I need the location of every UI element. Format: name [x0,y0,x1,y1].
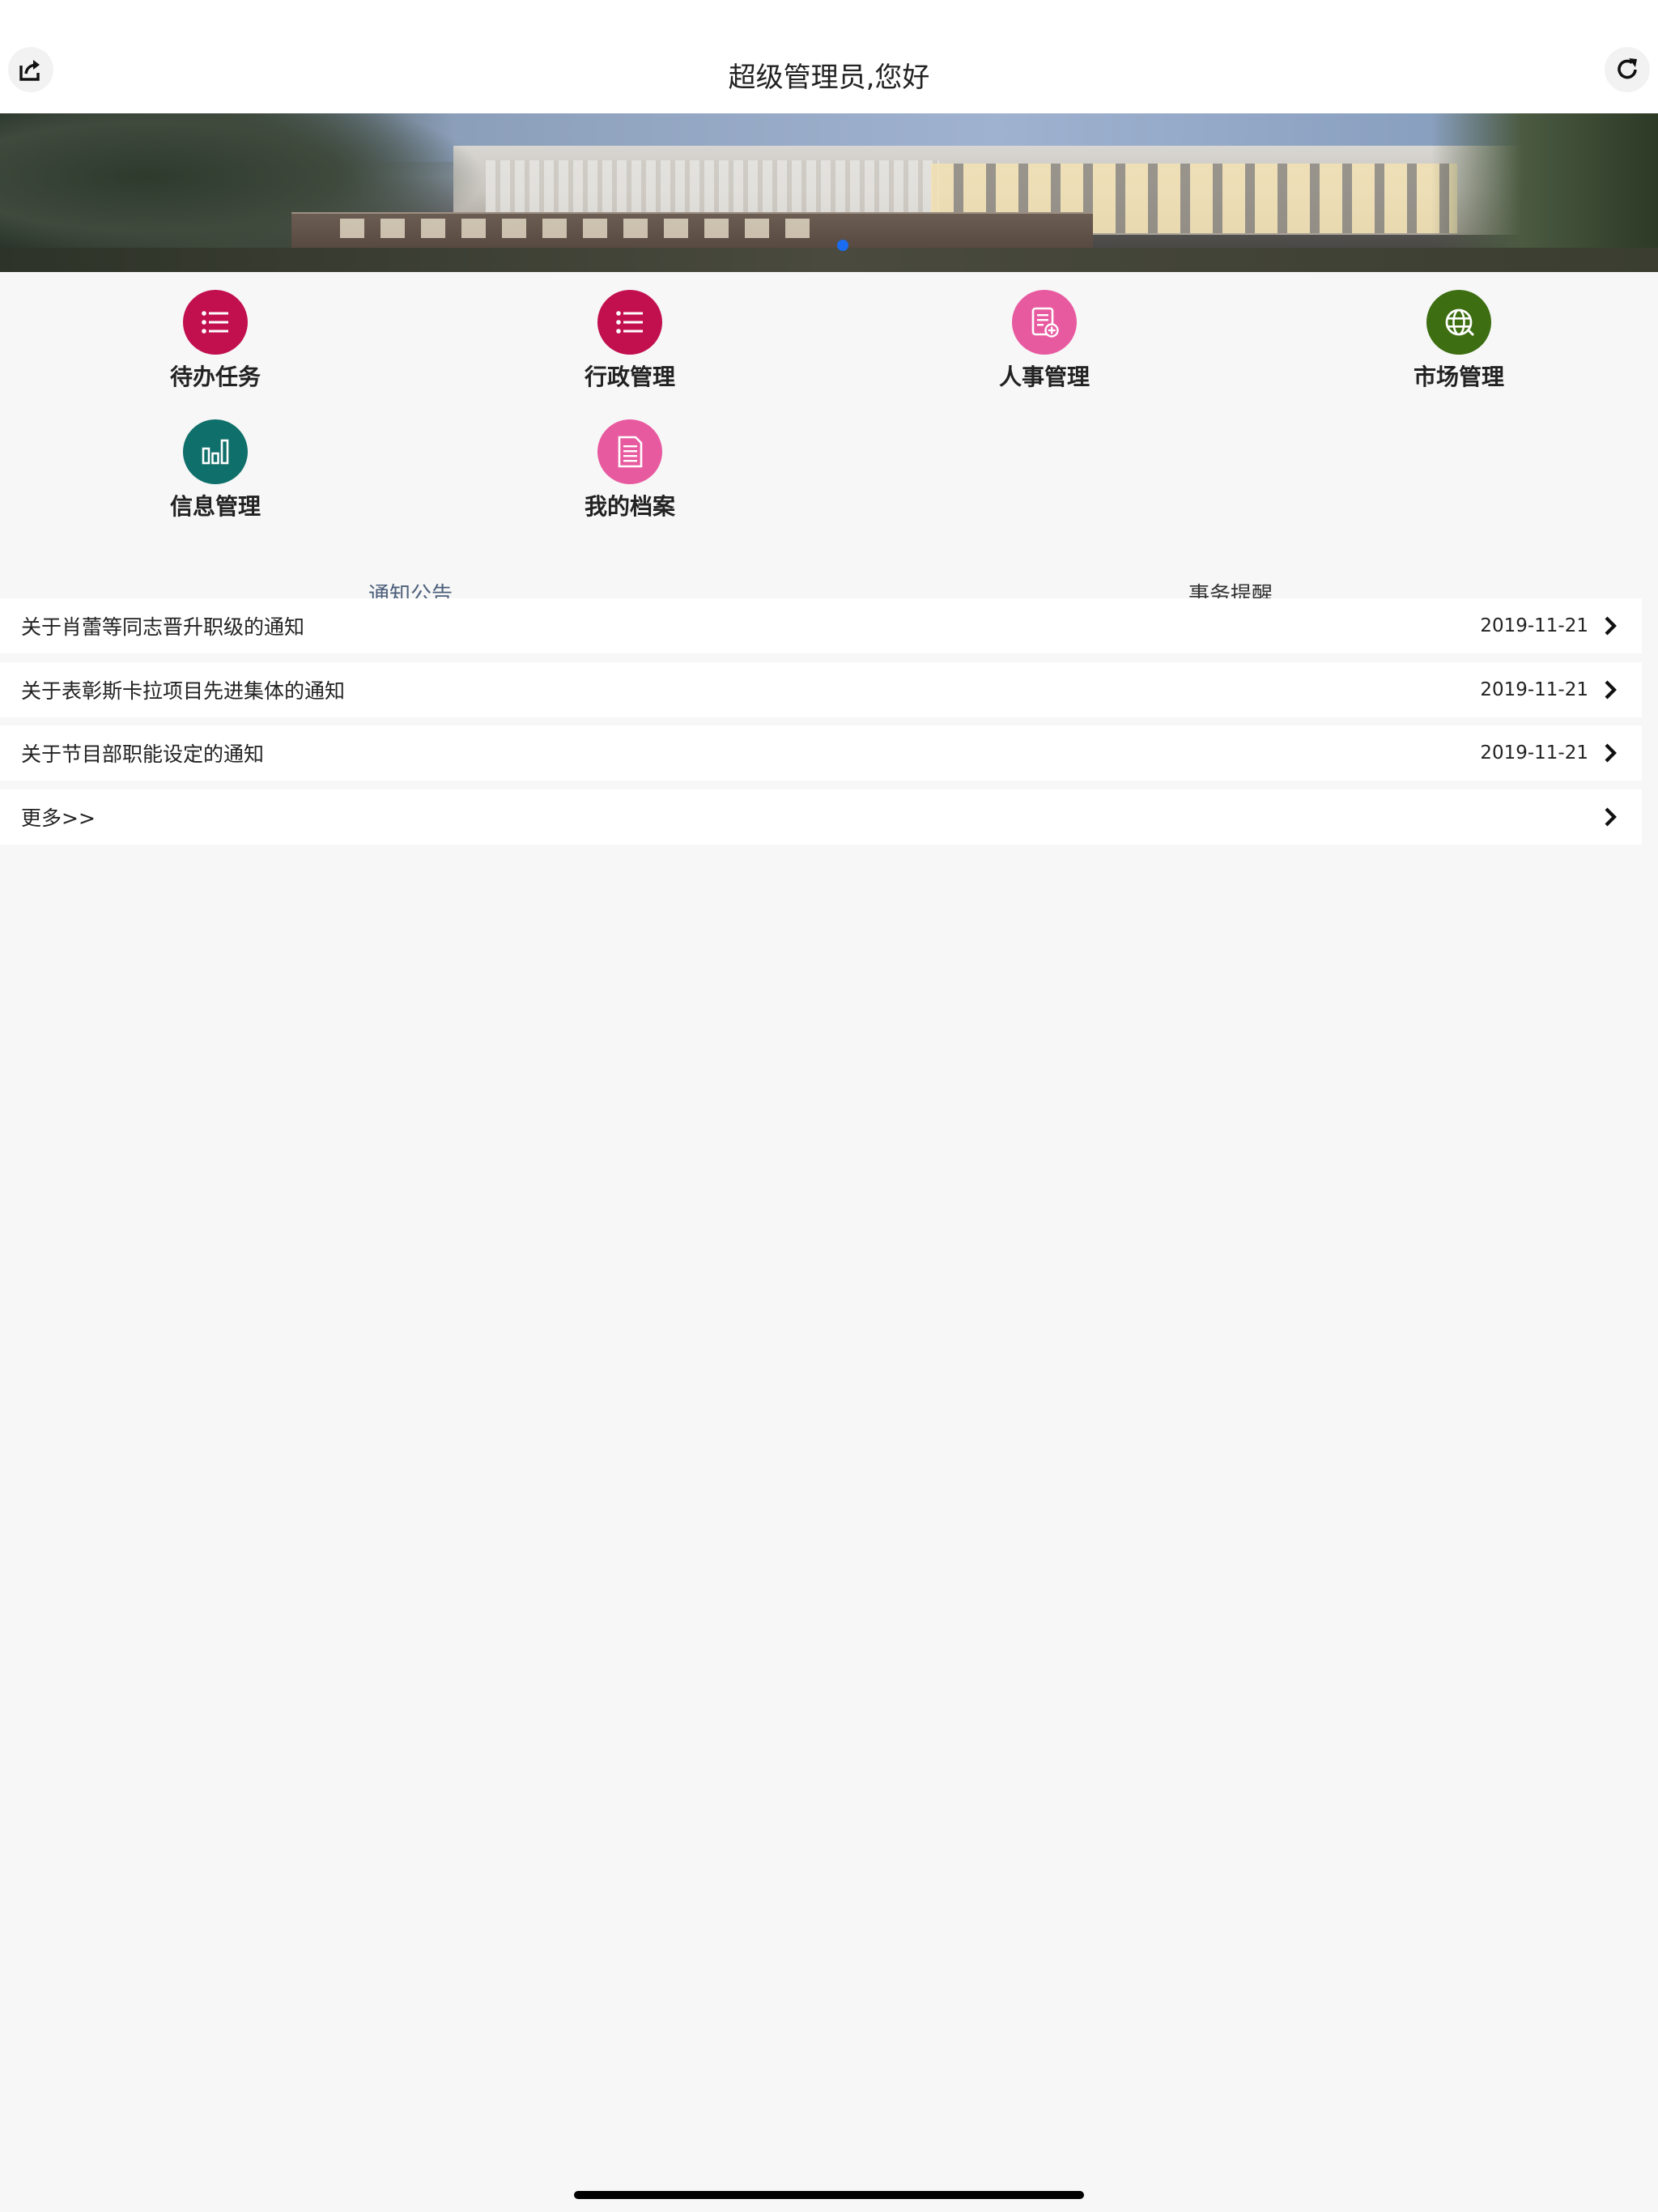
home-indicator[interactable] [574,2191,1084,2199]
banner-carousel[interactable] [0,113,1658,272]
menu-item-market[interactable]: 市场管理 [1252,290,1658,411]
menu-item-hr[interactable]: 人事管理 [837,290,1252,411]
banner-ground [0,248,1658,272]
more-link: 更多>> [21,806,96,830]
chevron-right-icon [1605,616,1617,636]
more-row[interactable]: 更多>> [0,789,1642,844]
tab-notice[interactable]: 通知公告 [368,578,453,599]
refresh-button[interactable] [1605,47,1650,92]
top-navigation-bar: 超级管理员,您好 [0,0,1658,113]
menu-item-todo[interactable]: 待办任务 [8,290,423,411]
notice-title: 关于表彰斯卡拉项目先进集体的通知 [21,679,346,703]
banner-sign-lettering [340,219,826,238]
notice-date: 2019-11-21 [1480,742,1588,764]
list-icon [616,311,643,334]
document-icon [618,436,643,468]
menu-item-archive[interactable]: 我的档案 [423,419,837,541]
globe-icon [1445,308,1475,337]
menu-item-label: 待办任务 [169,364,261,390]
carousel-indicator-dot[interactable] [837,240,848,251]
menu-icon-bg [1426,290,1491,355]
refresh-icon [1618,58,1637,79]
chevron-right-icon [1605,807,1617,827]
menu-icon-bg [1012,290,1077,355]
menu-item-label: 我的档案 [584,493,675,520]
notice-tabs: 通知公告 事务提醒 [0,575,1658,599]
notice-date: 2019-11-21 [1480,679,1588,700]
list-icon [202,311,228,334]
notice-date: 2019-11-21 [1480,615,1588,636]
tab-affairs[interactable]: 事务提醒 [1188,578,1273,599]
page-title: 超级管理员,您好 [728,62,930,94]
notice-title: 关于节目部职能设定的通知 [21,742,265,766]
chevron-right-icon [1605,743,1617,763]
document-add-icon [1031,307,1059,338]
notice-row[interactable]: 关于肖蕾等同志晋升职级的通知 2019-11-21 [0,598,1642,653]
menu-item-label: 行政管理 [584,364,675,390]
notice-row[interactable]: 关于节目部职能设定的通知 2019-11-21 [0,725,1642,781]
bar-chart-icon [202,439,229,465]
menu-icon-bg [183,419,248,484]
menu-item-label: 信息管理 [169,493,261,520]
menu-item-label: 市场管理 [1413,364,1504,390]
menu-item-admin[interactable]: 行政管理 [423,290,837,411]
chevron-right-icon [1605,680,1617,700]
home-page: 超级管理员,您好 待办任务 行政管理 人事管理 市场管理 信息管理 我的档案 通… [0,0,1658,2212]
menu-item-label: 人事管理 [998,364,1090,390]
menu-icon-bg [597,290,662,355]
menu-icon-bg [183,290,248,355]
menu-item-info[interactable]: 信息管理 [8,419,423,541]
notice-row[interactable]: 关于表彰斯卡拉项目先进集体的通知 2019-11-21 [0,662,1642,717]
notice-title: 关于肖蕾等同志晋升职级的通知 [21,615,305,639]
menu-icon-bg [597,419,662,484]
